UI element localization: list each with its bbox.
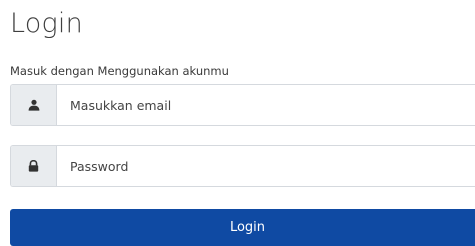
login-button[interactable]: Login bbox=[10, 209, 475, 246]
password-field[interactable] bbox=[57, 146, 475, 186]
page-title: Login bbox=[10, 8, 83, 39]
login-form: Login Masuk dengan Menggunakan akunmu Lo… bbox=[0, 0, 475, 246]
password-addon bbox=[11, 146, 57, 186]
email-addon bbox=[11, 85, 57, 125]
email-input-group bbox=[10, 84, 475, 126]
password-input-group bbox=[10, 145, 475, 187]
lock-icon bbox=[28, 160, 39, 172]
email-field[interactable] bbox=[57, 85, 475, 125]
user-icon bbox=[28, 99, 40, 111]
login-subtitle: Masuk dengan Menggunakan akunmu bbox=[10, 64, 229, 78]
